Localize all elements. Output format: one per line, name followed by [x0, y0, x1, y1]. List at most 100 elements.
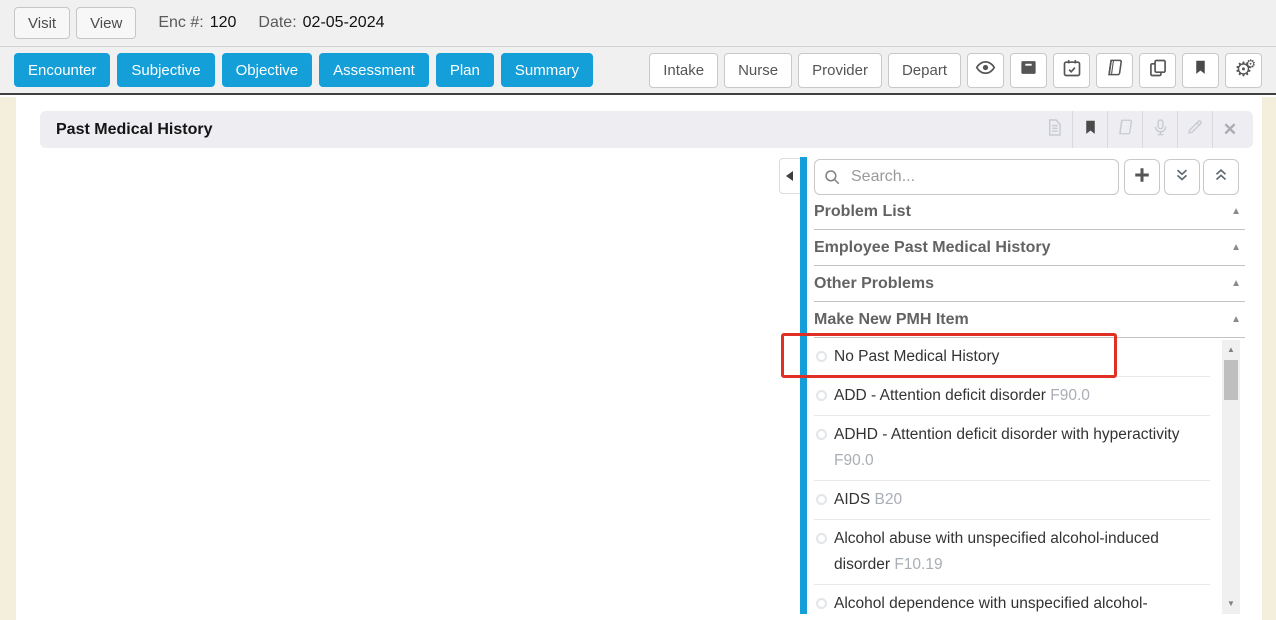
- nurse-button[interactable]: Nurse: [724, 53, 792, 88]
- dictate-button[interactable]: [1142, 111, 1177, 148]
- page-title: Past Medical History: [56, 111, 213, 148]
- group-other-problems[interactable]: Other Problems ▲: [814, 266, 1245, 302]
- depart-button[interactable]: Depart: [888, 53, 961, 88]
- copy-icon: [1148, 58, 1168, 83]
- scroll-up-icon[interactable]: ▲: [1222, 342, 1240, 358]
- toolbar-right-group: Intake Nurse Provider Depart: [643, 53, 1262, 88]
- page-edge-left: [0, 97, 16, 620]
- add-item-button[interactable]: [1124, 159, 1160, 195]
- date-label: Date:: [258, 14, 296, 32]
- item-code: B20: [875, 491, 903, 508]
- caret-up-icon: ▲: [1231, 194, 1241, 229]
- group-employee-past-medical-history[interactable]: Employee Past Medical History ▲: [814, 230, 1245, 266]
- item-text: No Past Medical History: [834, 348, 999, 365]
- section-header-past-medical-history: Past Medical History: [40, 111, 1253, 148]
- date-value: 02-05-2024: [303, 14, 385, 32]
- tab-objective[interactable]: Objective: [222, 53, 313, 87]
- archive-box-icon: [1019, 58, 1038, 82]
- caret-up-icon: ▲: [1231, 302, 1241, 337]
- calendar-check-icon: [1062, 58, 1082, 83]
- close-section-button[interactable]: ✕: [1212, 111, 1247, 148]
- visit-bar: Visit View Enc #: 120 Date: 02-05-2024: [0, 0, 1276, 47]
- pencil-icon: [1186, 118, 1204, 141]
- tab-encounter[interactable]: Encounter: [14, 53, 110, 87]
- group-label: Other Problems: [814, 275, 934, 292]
- section-header-actions: ✕: [1037, 111, 1247, 148]
- document-button[interactable]: [1037, 111, 1072, 148]
- intake-button[interactable]: Intake: [649, 53, 718, 88]
- bookmark-button[interactable]: [1182, 53, 1219, 88]
- microphone-icon: [1151, 118, 1170, 142]
- add-icon: [1133, 166, 1151, 189]
- item-text: Alcohol abuse with unspecified alcohol-i…: [834, 530, 1159, 573]
- scroll-down-icon[interactable]: ▼: [1222, 596, 1240, 612]
- list-item-add[interactable]: ADD - Attention deficit disorder F90.0: [814, 377, 1210, 416]
- group-label: Employee Past Medical History: [814, 239, 1051, 256]
- chevron-double-up-icon: [1212, 166, 1230, 189]
- group-problem-list[interactable]: Problem List ▲: [814, 194, 1245, 230]
- tab-subjective[interactable]: Subjective: [117, 53, 214, 87]
- radio-circle-icon: [816, 351, 827, 362]
- item-text: AIDS: [834, 491, 870, 508]
- chevron-double-down-icon: [1173, 166, 1191, 189]
- edit-button[interactable]: [1177, 111, 1212, 148]
- journal-icon: [1114, 118, 1135, 141]
- journal-icon: [1103, 58, 1125, 82]
- bookmark-icon: [1082, 119, 1099, 141]
- list-item-aids[interactable]: AIDS B20: [814, 481, 1210, 520]
- archive-box-button[interactable]: [1010, 53, 1047, 88]
- view-button[interactable]: View: [76, 7, 136, 39]
- journal-button[interactable]: [1096, 53, 1133, 88]
- list-item-alcohol-dependence[interactable]: Alcohol dependence with unspecified alco…: [814, 585, 1210, 615]
- item-code: F90.0: [834, 452, 874, 469]
- item-text: Alcohol dependence with unspecified alco…: [834, 595, 1148, 612]
- bookmark-section-button[interactable]: [1072, 111, 1107, 148]
- pmh-group-list: Problem List ▲ Employee Past Medical His…: [814, 194, 1245, 338]
- item-text: ADHD - Attention deficit disorder with h…: [834, 426, 1179, 443]
- provider-button[interactable]: Provider: [798, 53, 882, 88]
- item-text: ADD - Attention deficit disorder: [834, 387, 1046, 404]
- encounter-number-label: Enc #:: [158, 14, 203, 32]
- tab-assessment[interactable]: Assessment: [319, 53, 429, 87]
- eye-button[interactable]: [967, 53, 1004, 88]
- radio-circle-icon: [816, 429, 827, 440]
- scrollbar-thumb[interactable]: [1224, 360, 1238, 400]
- visit-button[interactable]: Visit: [14, 7, 70, 39]
- radio-circle-icon: [816, 598, 827, 609]
- list-scrollbar[interactable]: ▲ ▼: [1222, 340, 1240, 614]
- close-icon: ✕: [1223, 120, 1237, 140]
- group-make-new-pmh-item[interactable]: Make New PMH Item ▲: [814, 302, 1245, 338]
- item-code: F90.0: [1050, 387, 1090, 404]
- gear-small-icon: ⚙: [1245, 58, 1256, 70]
- copy-button[interactable]: [1139, 53, 1176, 88]
- list-item-alcohol-abuse[interactable]: Alcohol abuse with unspecified alcohol-i…: [814, 520, 1210, 585]
- caret-up-icon: ▲: [1231, 266, 1241, 301]
- group-label: Problem List: [814, 203, 911, 220]
- settings-button[interactable]: ⚙ ⚙: [1225, 53, 1262, 88]
- list-item-adhd[interactable]: ADHD - Attention deficit disorder with h…: [814, 416, 1210, 481]
- caret-up-icon: ▲: [1231, 230, 1241, 265]
- calendar-check-button[interactable]: [1053, 53, 1090, 88]
- journal-section-button[interactable]: [1107, 111, 1142, 148]
- page-edge-right: [1262, 97, 1276, 620]
- tab-summary[interactable]: Summary: [501, 53, 593, 87]
- page-body: Past Medical History: [0, 97, 1276, 620]
- collapse-all-button[interactable]: [1164, 159, 1200, 195]
- search-input[interactable]: [814, 159, 1119, 195]
- tab-plan[interactable]: Plan: [436, 53, 494, 87]
- chevron-left-icon: [786, 171, 793, 181]
- encounter-number-value: 120: [210, 14, 237, 32]
- panel-accent-bar: [800, 157, 807, 614]
- radio-circle-icon: [816, 533, 827, 544]
- document-icon: [1045, 118, 1064, 142]
- encounter-toolbar: Encounter Subjective Objective Assessmen…: [0, 47, 1276, 95]
- item-code: F10.19: [894, 556, 942, 573]
- expand-all-button[interactable]: [1203, 159, 1239, 195]
- radio-circle-icon: [816, 390, 827, 401]
- eye-icon: [975, 57, 996, 83]
- bookmark-icon: [1192, 59, 1209, 81]
- radio-circle-icon: [816, 494, 827, 505]
- list-item-no-past-medical-history[interactable]: No Past Medical History: [814, 338, 1210, 377]
- pmh-item-list: No Past Medical History ADD - Attention …: [814, 338, 1210, 615]
- group-label: Make New PMH Item: [814, 311, 969, 328]
